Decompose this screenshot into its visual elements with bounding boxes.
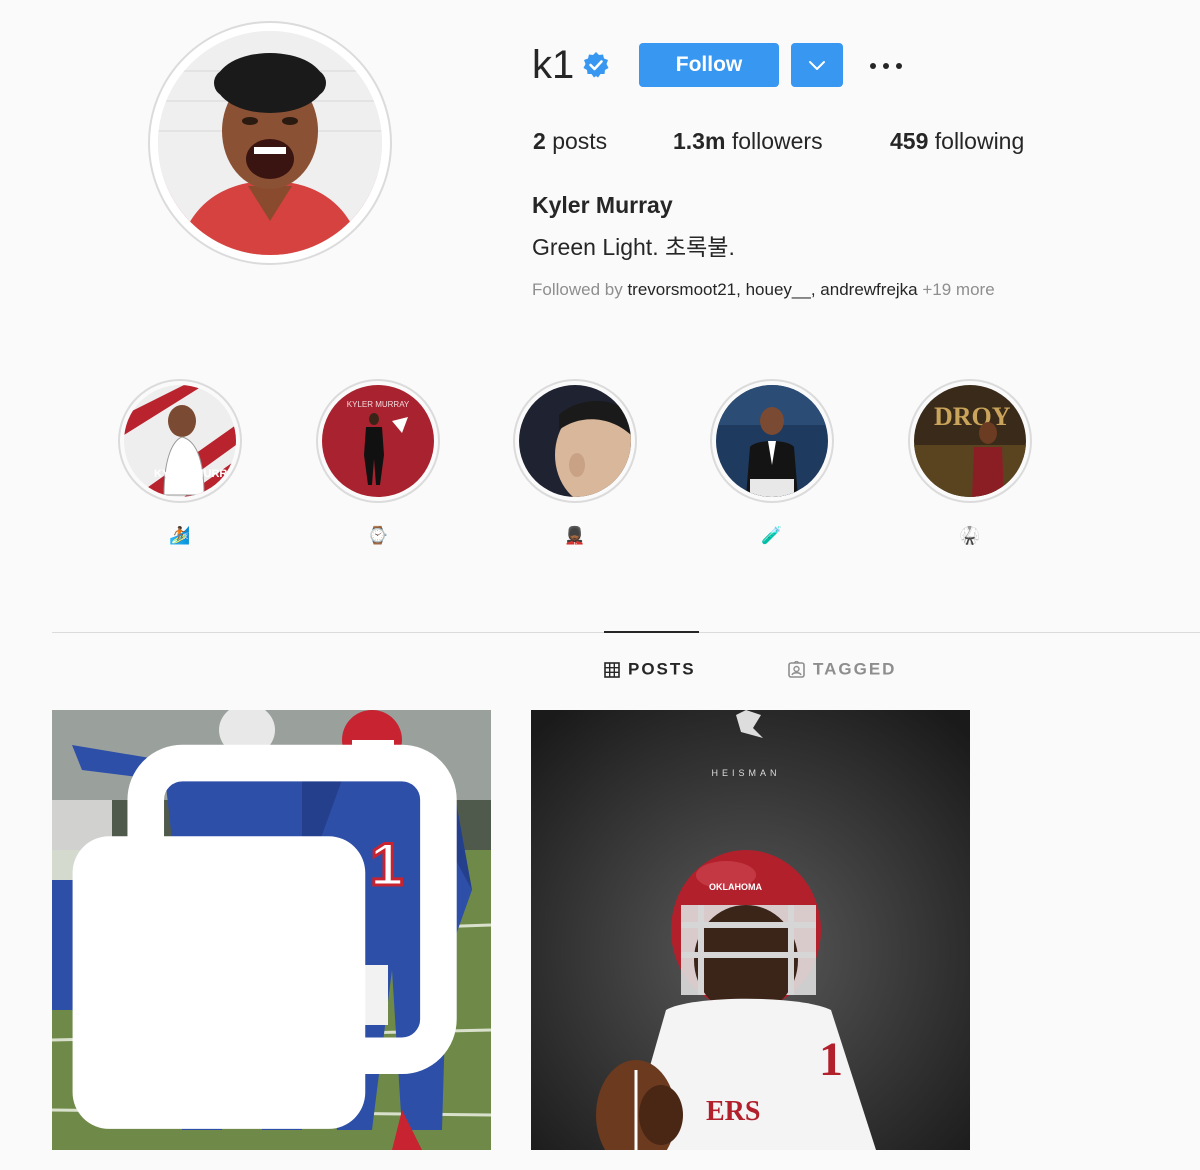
story-highlight[interactable]: KYLER MURRAY [316,379,440,503]
followed-by-user[interactable]: trevorsmoot21 [627,280,736,299]
highlight-label: 🏄🏾 [169,526,191,545]
story-highlight[interactable] [513,379,637,503]
posts-count-value: 2 [533,128,546,154]
followers-count[interactable]: 1.3m followers [673,128,823,155]
followed-by-summary[interactable]: Followed by trevorsmoot21, houey__, andr… [532,280,995,300]
followed-by-user[interactable]: andrewfrejka [820,280,917,299]
followers-count-label: followers [731,128,823,154]
highlight-cover: KYLER MURRAY [322,385,434,497]
followed-by-user[interactable]: houey__ [746,280,811,299]
post-thumbnail[interactable]: HEISMAN OKLAHOMA 1 ERS [531,710,970,1150]
post-thumbnail[interactable]: 1 [52,710,491,1150]
following-count-value: 459 [890,128,929,154]
highlight-label: 🥋 [959,526,981,545]
active-tab-indicator [604,631,699,633]
tagged-person-icon [788,661,805,678]
story-highlight[interactable]: DROY [908,379,1032,503]
posts-count-label: posts [552,128,608,154]
post-image: HEISMAN OKLAHOMA 1 ERS [531,710,970,1150]
following-count-label: following [934,128,1025,154]
follow-button[interactable]: Follow [639,43,779,87]
highlight-cover [519,385,631,497]
followers-count-value: 1.3m [673,128,726,154]
post-header-text: HEISMAN [711,768,780,778]
tab-posts-label: POSTS [628,659,696,679]
story-highlight[interactable] [710,379,834,503]
highlight-label: 🧪 [761,526,783,545]
profile-stats: 2 posts 1.3m followers 459 following [0,128,1200,160]
bio-text: Green Light. 초록불. [532,234,735,260]
suggested-accounts-dropdown-button[interactable] [791,43,843,87]
tab-tagged-label: TAGGED [813,659,897,679]
chevron-down-icon [809,61,825,70]
more-options-icon[interactable] [866,52,906,80]
followed-by-prefix: Followed by [532,280,623,299]
posts-count: 2 posts [533,128,607,155]
highlight-text: KYLER MURRAY [347,400,410,409]
highlight-cover: DROY [914,385,1026,497]
highlight-cover: KYLER MURRAY [124,385,236,497]
grid-icon [604,661,620,678]
username: k1 [532,43,575,87]
story-highlight[interactable]: KYLER MURRAY [118,379,242,503]
full-name: Kyler Murray [532,192,673,218]
post-helmet-text: OKLAHOMA [709,882,762,892]
highlight-label: 💂🏾 [564,526,586,545]
following-count[interactable]: 459 following [890,128,1024,155]
highlight-label: ⌚ [367,526,389,545]
highlight-text: DROY [934,402,1011,431]
post-chest-text: ERS [706,1096,760,1127]
followed-by-more[interactable]: +19 more [922,280,994,299]
profile-page: k1 Follow 2 posts 1.3m followers 459 fol… [0,0,1200,1170]
highlight-cover [716,385,828,497]
tab-tagged[interactable]: TAGGED [788,659,896,683]
verified-badge-icon [583,52,609,78]
tab-posts[interactable]: POSTS [604,659,696,683]
multiple-posts-icon [72,744,457,1129]
post-jersey-number: 1 [819,1033,843,1086]
